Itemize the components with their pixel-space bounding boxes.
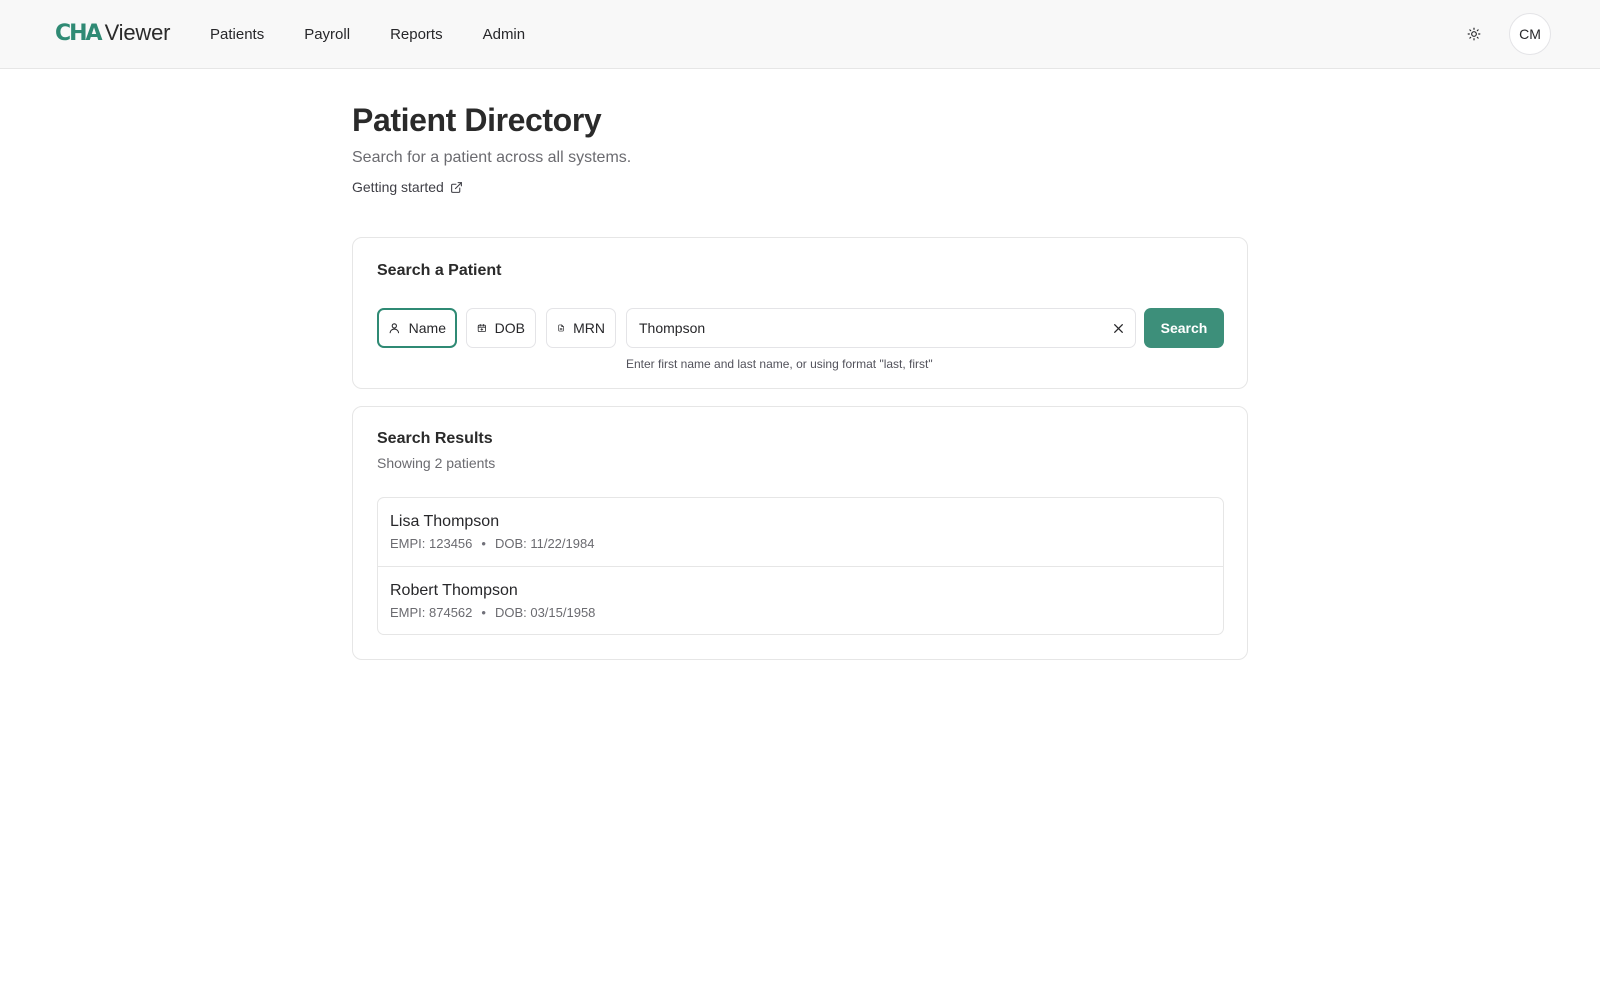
patient-meta: EMPI: 123456 • DOB: 11/22/1984 [390,536,1211,551]
nav-item-reports[interactable]: Reports [390,26,443,43]
results-card: Search Results Showing 2 patients Lisa T… [352,406,1248,660]
patient-dob: DOB: 11/22/1984 [494,536,595,551]
nav-item-patients[interactable]: Patients [210,26,264,43]
page-subtitle: Search for a patient across all systems. [352,149,632,166]
patient-result-row[interactable]: Lisa Thompson EMPI: 123456 • DOB: 11/22/… [378,498,1223,566]
nav-item-admin[interactable]: Admin [483,26,526,43]
meta-separator: • [481,536,486,551]
clear-search-button[interactable] [1101,309,1135,347]
search-hint: Enter first name and last name, or using… [626,357,933,371]
logo-mark: CHA [55,21,103,46]
document-icon [558,324,564,332]
search-mode-mrn-button[interactable]: MRN [546,308,616,348]
theme-toggle-button[interactable] [1460,20,1488,48]
results-card-title: Search Results [377,430,493,447]
main-nav: Patients Payroll Reports Admin [210,0,565,68]
logo-mark-text: CHA [55,21,103,46]
search-mode-name-label: Name [408,320,446,336]
nav-item-payroll[interactable]: Payroll [304,26,350,43]
search-button[interactable]: Search [1144,308,1224,348]
search-mode-dob-label: DOB [494,320,525,336]
patient-name: Lisa Thompson [390,513,500,530]
user-icon [389,323,400,334]
patient-name: Robert Thompson [390,582,518,599]
results-list: Lisa Thompson EMPI: 123456 • DOB: 11/22/… [377,497,1224,635]
search-card: Search a Patient Name DOB MRN Thompson E… [352,237,1248,389]
sun-icon [1467,27,1481,41]
search-card-title: Search a Patient [377,262,502,279]
search-input[interactable] [627,309,1101,347]
search-mode-name-button[interactable]: Name [377,308,457,348]
patient-empi: EMPI: 123456 [390,536,473,551]
patient-meta: EMPI: 874562 • DOB: 03/15/1958 [390,605,1211,620]
meta-separator: • [481,605,486,620]
search-mode-mrn-label: MRN [573,320,605,336]
close-icon [1113,323,1123,333]
app-logo[interactable]: CHA Viewer [55,20,170,46]
user-avatar[interactable]: CM [1509,13,1551,55]
page-title: Patient Directory [352,102,602,138]
top-navigation-bar: CHA Viewer Patients Payroll Reports Admi… [0,0,1600,69]
calendar-icon [477,323,486,333]
getting-started-link[interactable]: Getting started [352,178,1248,196]
search-field [626,308,1136,348]
results-count: Showing 2 patients [377,455,496,471]
external-link-icon [450,181,462,193]
patient-empi: EMPI: 874562 [390,605,473,620]
main-content: Patient Directory Search for a patient a… [352,69,1248,660]
search-mode-dob-button[interactable]: DOB [466,308,536,348]
logo-word: Viewer [104,20,171,45]
patient-dob: DOB: 03/15/1958 [494,605,596,620]
getting-started-label: Getting started [352,179,444,195]
patient-result-row[interactable]: Robert Thompson EMPI: 874562 • DOB: 03/1… [378,566,1223,634]
